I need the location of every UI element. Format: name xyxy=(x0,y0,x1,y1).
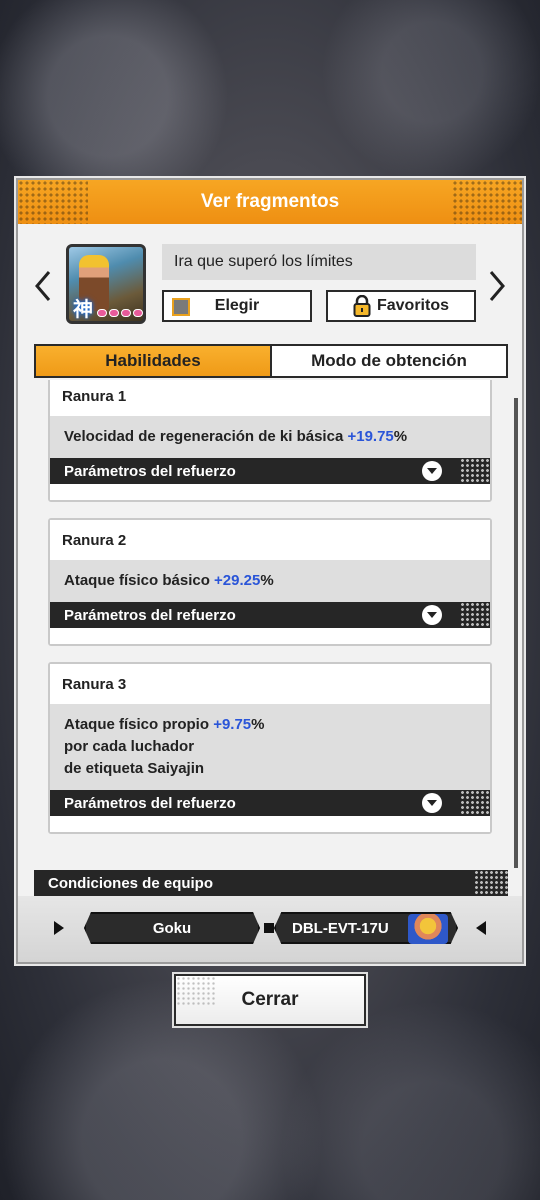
slot-card-3: Ranura 3 Ataque físico propio +9.75% por… xyxy=(48,662,492,834)
character-tag[interactable]: Goku xyxy=(84,912,260,944)
checkbox-icon[interactable] xyxy=(172,298,190,316)
slot-description: Velocidad de regeneración de ki básica +… xyxy=(50,416,490,458)
team-conditions-header: Condiciones de equipo xyxy=(34,870,508,896)
dot-pattern xyxy=(460,458,490,484)
favorites-label: Favoritos xyxy=(376,297,449,314)
close-button[interactable]: Cerrar xyxy=(174,974,366,1026)
slot-card-2: Ranura 2 Ataque físico básico +29.25% Pa… xyxy=(48,518,492,646)
slot-title: Ranura 2 xyxy=(50,520,490,560)
dot-pattern xyxy=(474,870,508,896)
tab-bar: Habilidades Modo de obtención xyxy=(34,344,508,378)
choose-label: Elegir xyxy=(214,297,260,314)
boost-params-row[interactable]: Parámetros del refuerzo xyxy=(50,602,490,628)
favorites-button[interactable]: Favoritos xyxy=(326,290,476,322)
tab-modo-obtencion[interactable]: Modo de obtención xyxy=(272,346,506,376)
expand-icon[interactable] xyxy=(422,793,442,813)
left-triangle-icon[interactable] xyxy=(54,921,64,935)
slot-title: Ranura 3 xyxy=(50,664,490,704)
rarity-gems xyxy=(97,309,143,317)
fragments-modal: Ver fragmentos 神 Ira que superó los lími… xyxy=(16,178,524,964)
separator-square xyxy=(264,923,274,933)
boost-value: +29.25 xyxy=(214,572,261,589)
next-arrow-icon[interactable] xyxy=(486,268,508,304)
character-portrait xyxy=(408,914,448,944)
slot-card-1: Ranura 1 Velocidad de regeneración de ki… xyxy=(48,380,492,502)
expand-icon[interactable] xyxy=(422,461,442,481)
modal-title: Ver fragmentos xyxy=(18,180,522,224)
slot-description: Ataque físico básico +29.25% xyxy=(50,560,490,602)
dot-pattern xyxy=(460,602,490,628)
fragment-name: Ira que superó los límites xyxy=(162,244,476,280)
boost-value: +19.75 xyxy=(347,428,394,445)
slot-description: Ataque físico propio +9.75% por cada luc… xyxy=(50,704,490,790)
previous-arrow-icon[interactable] xyxy=(32,268,54,304)
right-triangle-icon[interactable] xyxy=(476,921,486,935)
choose-button[interactable]: Elegir xyxy=(162,290,312,322)
team-conditions-row: Goku DBL-EVT-17U xyxy=(18,896,522,962)
tab-habilidades[interactable]: Habilidades xyxy=(36,346,272,376)
slot-title: Ranura 1 xyxy=(50,380,490,416)
boost-params-row[interactable]: Parámetros del refuerzo xyxy=(50,458,490,484)
skills-list[interactable]: Ranura 1 Velocidad de regeneración de ki… xyxy=(48,380,494,840)
lock-icon xyxy=(353,295,371,317)
expand-icon[interactable] xyxy=(422,605,442,625)
dot-pattern xyxy=(460,790,490,816)
fragment-thumbnail[interactable]: 神 xyxy=(66,244,146,324)
god-badge-icon: 神 xyxy=(73,298,93,321)
boost-params-row[interactable]: Parámetros del refuerzo xyxy=(50,790,490,816)
scrollbar[interactable] xyxy=(514,398,518,868)
boost-value: +9.75 xyxy=(213,716,252,733)
